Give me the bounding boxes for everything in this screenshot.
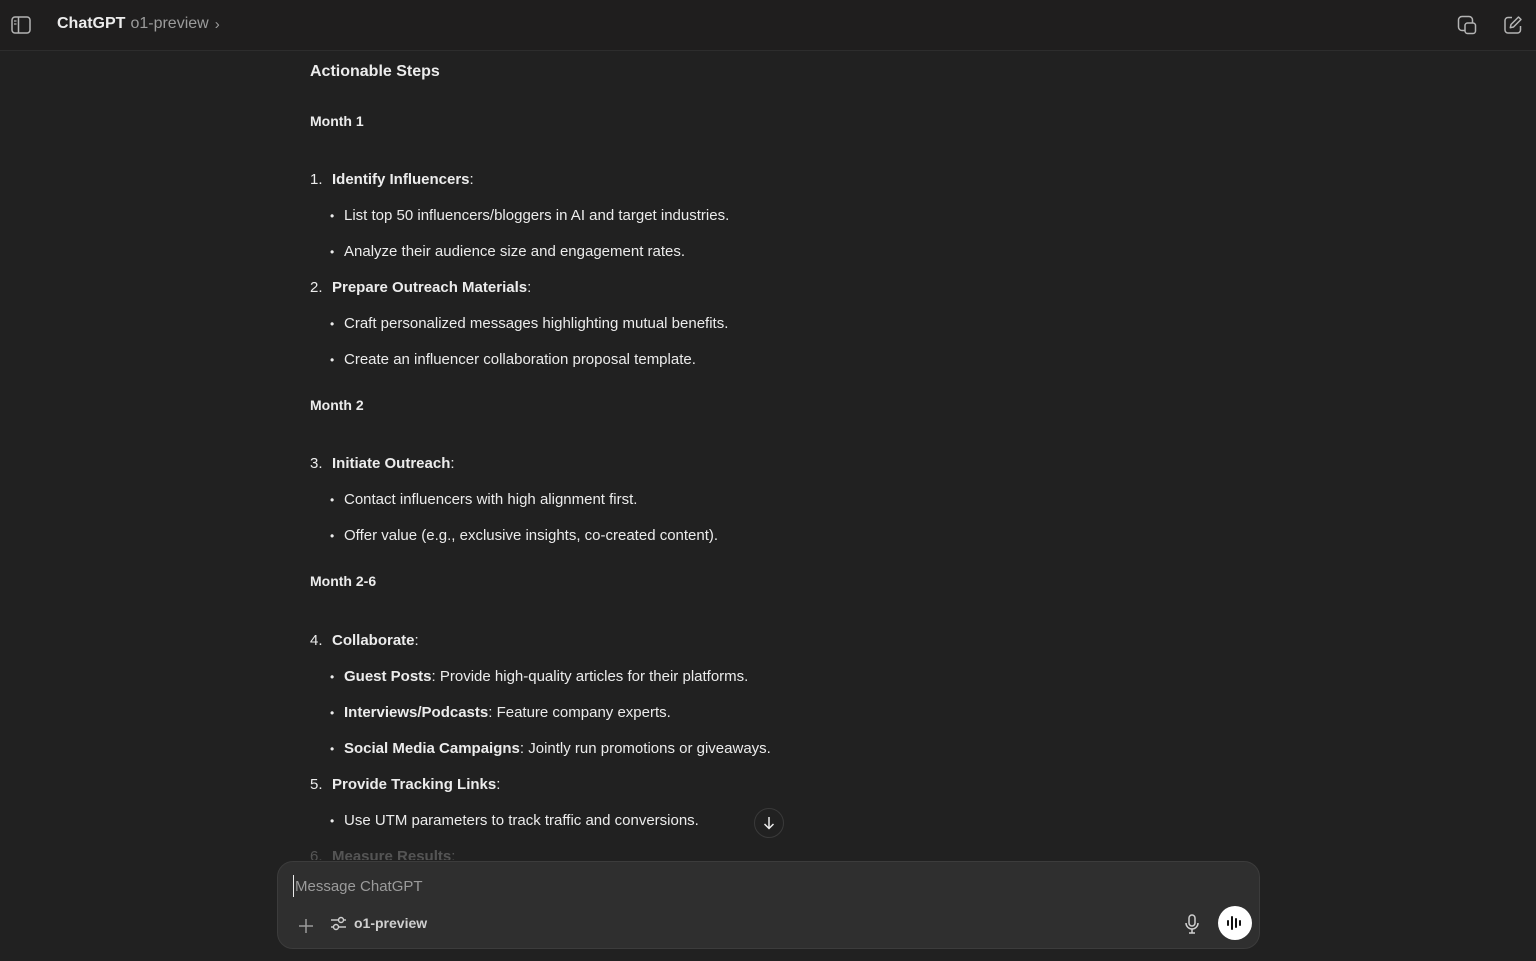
- bullet-item: • List top 50 influencers/bloggers in AI …: [330, 207, 730, 224]
- voice-wave-icon: [1227, 916, 1241, 930]
- sliders-icon: [331, 916, 346, 930]
- sidebar-toggle-icon: [11, 16, 31, 34]
- sidebar-toggle-button[interactable]: [5, 9, 37, 41]
- bullet-item: • Create an influencer collaboration prop…: [330, 351, 696, 368]
- message-composer: o1-preview: [277, 861, 1260, 949]
- dictate-button[interactable]: [1176, 908, 1208, 940]
- month-heading: Month 1: [310, 113, 364, 129]
- bullet-item: • Social Media Campaigns: Jointly run pro…: [330, 740, 771, 757]
- voice-mode-button[interactable]: [1218, 906, 1252, 940]
- model-label: o1-preview: [354, 915, 428, 931]
- bullet-item: • Analyze their audience size and engagem…: [330, 243, 686, 260]
- message-input[interactable]: [293, 875, 1093, 897]
- top-bar: ChatGPT o1-preview ›: [0, 0, 1536, 51]
- list-item: 3. Initiate Outreach:: [310, 455, 455, 472]
- list-item: 1. Identify Influencers:: [310, 171, 474, 188]
- list-item: 2. Prepare Outreach Materials:: [310, 279, 532, 296]
- bullet-item: • Use UTM parameters to track traffic and…: [330, 812, 699, 829]
- bullet-item: • Guest Posts: Provide high-quality artic…: [330, 668, 749, 685]
- bullet-item: • Offer value (e.g., exclusive insights, …: [330, 527, 719, 544]
- bullet-item: • Craft personalized messages highlightin…: [330, 315, 729, 332]
- bullet-item: • Contact influencers with high alignment…: [330, 491, 638, 508]
- chevron-right-icon: ›: [214, 15, 220, 33]
- plus-icon: [299, 919, 313, 933]
- microphone-icon: [1185, 914, 1199, 934]
- temporary-chat-icon: [1457, 15, 1477, 35]
- section-heading: Actionable Steps: [310, 63, 440, 80]
- arrow-down-icon: [763, 817, 775, 830]
- new-chat-icon: [1504, 16, 1522, 34]
- list-item: 5. Provide Tracking Links:: [310, 776, 501, 793]
- month-heading: Month 2: [310, 397, 364, 413]
- month-heading: Month 2-6: [310, 573, 377, 589]
- new-chat-button[interactable]: [1497, 9, 1529, 41]
- temporary-chat-button[interactable]: [1451, 9, 1483, 41]
- scroll-to-bottom-button[interactable]: [754, 808, 784, 838]
- list-item: 6. Measure Results:: [310, 848, 456, 860]
- model-selector[interactable]: ChatGPT o1-preview ›: [57, 15, 220, 33]
- conversation-area[interactable]: Actionable Steps Month 1 1. Identify Inf…: [0, 52, 1536, 860]
- bullet-item: • Interviews/Podcasts: Feature company ex…: [330, 704, 671, 721]
- model-settings-button[interactable]: o1-preview: [330, 912, 427, 934]
- model-name: o1-preview: [130, 15, 209, 32]
- list-item: 4. Collaborate:: [310, 632, 419, 649]
- attach-button[interactable]: [290, 910, 322, 942]
- app-title: ChatGPT: [57, 15, 126, 32]
